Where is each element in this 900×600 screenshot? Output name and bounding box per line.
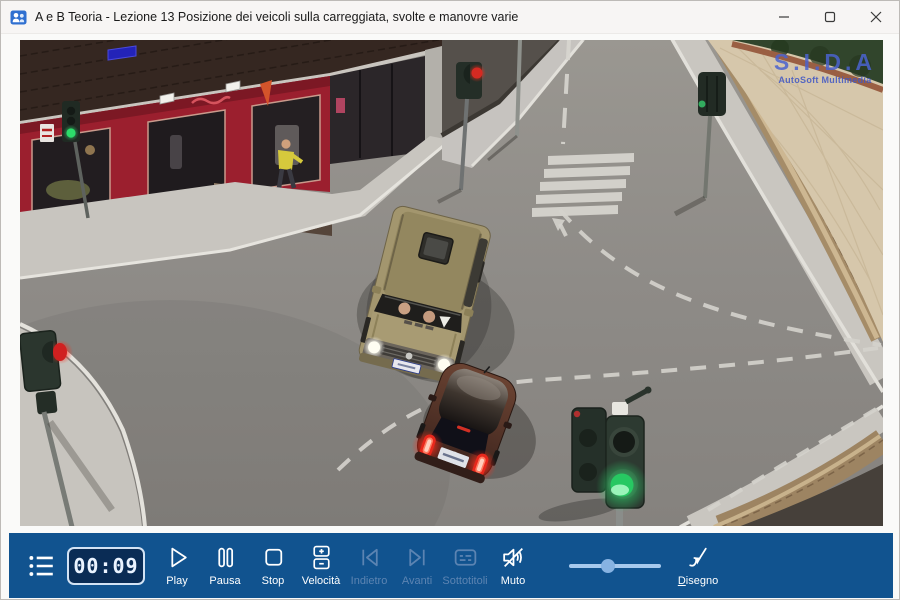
playlist-icon [26,551,56,581]
sida-watermark: S.I.D.A AutoSoft Multimedia [774,51,876,85]
app-window: A e B Teoria - Lezione 13 Posizione dei … [0,0,900,600]
timer-display: 00:09 [67,547,145,585]
mute-label: Muto [501,575,525,587]
window-title: A e B Teoria - Lezione 13 Posizione dei … [35,10,518,24]
stop-icon [260,544,287,571]
next-button[interactable] [815,533,851,598]
subtitles-label: Sottotitoli [442,575,487,587]
volume-slider[interactable] [569,558,661,574]
minimize-button[interactable] [761,1,807,33]
chevron-left-icon [736,553,762,579]
mute-icon [500,544,527,571]
draw-button[interactable]: Disegno [671,533,725,598]
return-arrow-icon [861,552,889,580]
pause-label: Pausa [209,575,240,587]
pause-button[interactable]: Pausa [201,533,249,598]
back-label: Indietro [351,575,388,587]
volume-slider-track[interactable] [569,564,661,568]
play-button[interactable]: Play [153,533,201,598]
subtitles-icon [452,544,479,571]
expand-button[interactable] [773,533,809,598]
play-label: Play [166,575,187,587]
stop-label: Stop [262,575,285,587]
speed-icon [308,544,335,571]
pen-icon [685,544,712,571]
stop-button[interactable]: Stop [249,533,297,598]
video-viewport[interactable]: S.I.D.A AutoSoft Multimedia [20,40,883,526]
skip-forward-icon [404,544,431,571]
skip-back-icon [356,544,383,571]
playback-toolbar: 00:09 Play Pausa Stop [9,533,893,598]
window-controls [761,1,899,33]
draw-label: Disegno [678,575,718,587]
subtitles-button[interactable]: Sottotitoli [441,533,489,598]
chevron-right-icon [820,553,846,579]
titlebar: A e B Teoria - Lezione 13 Posizione dei … [1,1,899,34]
chevrons-up-down-icon [777,552,805,580]
volume-slider-thumb[interactable] [601,559,615,573]
sida-logo-text: S.I.D.A [774,51,876,74]
speed-button[interactable]: Velocità [297,533,345,598]
exit-button[interactable] [857,533,893,598]
play-icon [164,544,191,571]
back-button[interactable]: Indietro [345,533,393,598]
prev-button[interactable] [731,533,767,598]
mute-button[interactable]: Muto [489,533,537,598]
pause-icon [212,544,239,571]
speed-label: Velocità [302,575,341,587]
lesson-video-scene [20,40,883,526]
sida-logo-subtitle: AutoSoft Multimedia [774,76,876,85]
forward-label: Avanti [402,575,432,587]
maximize-button[interactable] [807,1,853,33]
forward-button[interactable]: Avanti [393,533,441,598]
wall-sign [40,124,54,142]
timer-value: 00:09 [73,554,138,578]
close-button[interactable] [853,1,899,33]
app-icon [10,9,27,26]
playlist-button[interactable] [19,533,63,598]
